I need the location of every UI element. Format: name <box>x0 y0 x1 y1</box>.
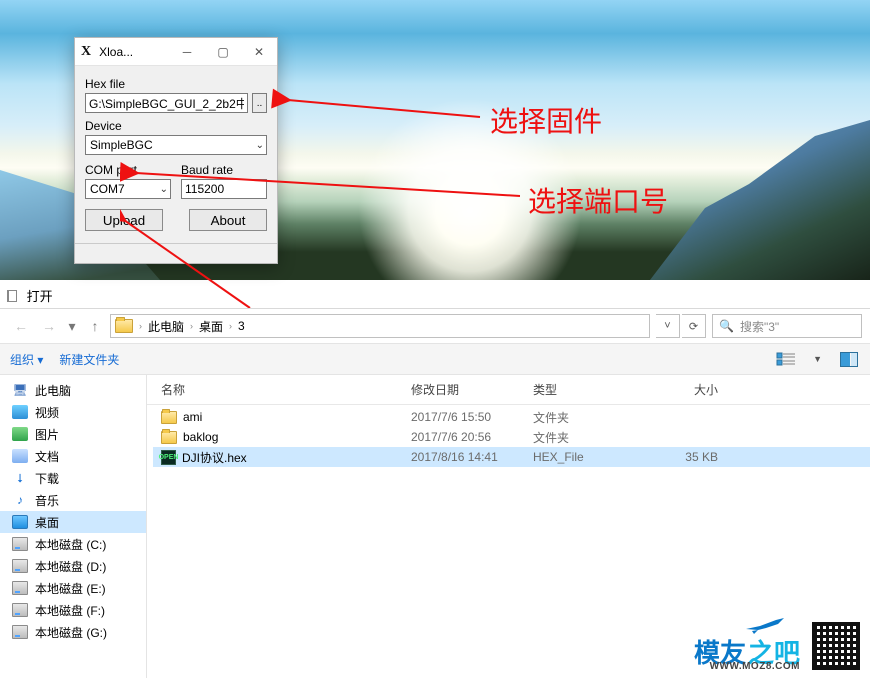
search-input[interactable]: 🔍 搜索"3" <box>712 314 862 338</box>
browse-button[interactable]: .. <box>252 93 267 113</box>
breadcrumb-item[interactable]: 3 <box>234 319 249 333</box>
comport-label: COM port <box>85 163 171 177</box>
chevron-down-icon: ⌄ <box>256 140 264 151</box>
xloader-window: X Xloa... ─ ▢ ✕ Hex file .. Device Simpl… <box>74 37 278 264</box>
sidebar-videos[interactable]: 视频 <box>0 401 146 423</box>
nav-up-button[interactable]: ↑ <box>82 313 108 339</box>
close-button[interactable]: ✕ <box>241 38 277 66</box>
col-size[interactable]: 大小 <box>651 381 746 398</box>
col-date[interactable]: 修改日期 <box>411 381 533 398</box>
breadcrumb[interactable]: › 此电脑 › 桌面 › 3 <box>110 314 650 338</box>
sidebar-desktop[interactable]: 桌面 <box>0 511 146 533</box>
annotation-port: 选择端口号 <box>528 180 668 220</box>
newfolder-button[interactable]: 新建文件夹 <box>59 351 119 368</box>
device-value: SimpleBGC <box>90 138 153 152</box>
col-name[interactable]: 名称 <box>161 381 411 398</box>
explorer-window-title: 打开 <box>7 286 53 305</box>
sidebar-disk-d[interactable]: 本地磁盘 (D:) <box>0 555 146 577</box>
disk-icon <box>12 603 28 617</box>
xloader-app-icon: X <box>81 44 91 60</box>
breadcrumb-item[interactable]: 此电脑 <box>144 318 188 335</box>
watermark: 模友之吧 WWW.MOZ8.COM <box>694 633 800 670</box>
annotation-firmware: 选择固件 <box>490 100 602 140</box>
hexfile-label: Hex file <box>85 77 267 91</box>
disk-icon <box>12 625 28 639</box>
qr-code <box>812 622 860 670</box>
minimize-button[interactable]: ─ <box>169 38 205 66</box>
folder-icon <box>115 319 133 333</box>
file-row[interactable]: baklog 2017/7/6 20:56 文件夹 <box>153 427 870 447</box>
device-combo[interactable]: SimpleBGC ⌄ <box>85 135 267 155</box>
explorer-sidebar: 🖥此电脑 视频 图片 文档 ⭣下载 ♪音乐 桌面 本地磁盘 (C:) 本地磁盘 … <box>0 375 147 678</box>
video-icon <box>12 405 28 419</box>
folder-icon <box>161 431 177 444</box>
xloader-statusbar <box>75 243 277 263</box>
xloader-title: Xloa... <box>99 45 169 59</box>
sidebar-disk-f[interactable]: 本地磁盘 (F:) <box>0 599 146 621</box>
col-type[interactable]: 类型 <box>533 381 651 398</box>
breadcrumb-sep: › <box>227 321 234 331</box>
breadcrumb-sep: › <box>137 321 144 331</box>
baud-input[interactable] <box>181 179 267 199</box>
baud-label: Baud rate <box>181 163 267 177</box>
comport-value: COM7 <box>90 182 125 196</box>
disk-icon <box>12 559 28 573</box>
music-icon: ♪ <box>12 493 28 507</box>
sidebar-pictures[interactable]: 图片 <box>0 423 146 445</box>
breadcrumb-sep: › <box>188 321 195 331</box>
refresh-button[interactable]: ⟳ <box>682 314 706 338</box>
nav-back-button[interactable]: ← <box>8 313 34 339</box>
sidebar-music[interactable]: ♪音乐 <box>0 489 146 511</box>
sidebar-disk-g[interactable]: 本地磁盘 (G:) <box>0 621 146 643</box>
sidebar-disk-e[interactable]: 本地磁盘 (E:) <box>0 577 146 599</box>
desktop-icon <box>12 515 28 529</box>
preview-pane-button[interactable] <box>838 348 860 370</box>
file-row-selected[interactable]: OPENDJI协议.hex 2017/8/16 14:41 HEX_File 3… <box>153 447 870 467</box>
sidebar-this-pc[interactable]: 🖥此电脑 <box>0 379 146 401</box>
upload-button[interactable]: Upload <box>85 209 163 231</box>
window-icon <box>7 290 17 302</box>
search-placeholder: 搜索"3" <box>740 318 779 335</box>
sidebar-downloads[interactable]: ⭣下载 <box>0 467 146 489</box>
hex-file-icon: OPEN <box>161 450 176 465</box>
breadcrumb-item[interactable]: 桌面 <box>195 318 227 335</box>
plane-icon <box>744 616 786 634</box>
view-options-button[interactable] <box>775 348 797 370</box>
sidebar-documents[interactable]: 文档 <box>0 445 146 467</box>
hexfile-input[interactable] <box>85 93 248 113</box>
xloader-titlebar[interactable]: X Xloa... ─ ▢ ✕ <box>75 38 277 66</box>
picture-icon <box>12 427 28 441</box>
explorer-window: ← → ▾ ↑ › 此电脑 › 桌面 › 3 ˅ ⟳ 🔍 搜索"3" 组织 ▾ … <box>0 308 870 678</box>
view-dropdown-icon[interactable]: ▼ <box>813 354 822 364</box>
document-icon <box>12 449 28 463</box>
about-button[interactable]: About <box>189 209 267 231</box>
nav-forward-button[interactable]: → <box>36 313 62 339</box>
pc-icon: 🖥 <box>12 383 28 397</box>
chevron-down-icon: ⌄ <box>160 184 168 195</box>
download-icon: ⭣ <box>12 471 28 485</box>
search-icon: 🔍 <box>719 319 734 333</box>
folder-icon <box>161 411 177 424</box>
disk-icon <box>12 537 28 551</box>
nav-history-button[interactable]: ▾ <box>64 313 80 339</box>
explorer-toolbar: 组织 ▾ 新建文件夹 ▼ <box>0 343 870 375</box>
disk-icon <box>12 581 28 595</box>
maximize-button[interactable]: ▢ <box>205 38 241 66</box>
organize-button[interactable]: 组织 ▾ <box>10 351 43 368</box>
explorer-navbar: ← → ▾ ↑ › 此电脑 › 桌面 › 3 ˅ ⟳ 🔍 搜索"3" <box>0 309 870 343</box>
file-row[interactable]: ami 2017/7/6 15:50 文件夹 <box>153 407 870 427</box>
path-dropdown-button[interactable]: ˅ <box>656 314 680 338</box>
comport-combo[interactable]: COM7 ⌄ <box>85 179 171 199</box>
device-label: Device <box>85 119 267 133</box>
sidebar-disk-c[interactable]: 本地磁盘 (C:) <box>0 533 146 555</box>
column-headers[interactable]: 名称 修改日期 类型 大小 <box>147 375 870 405</box>
